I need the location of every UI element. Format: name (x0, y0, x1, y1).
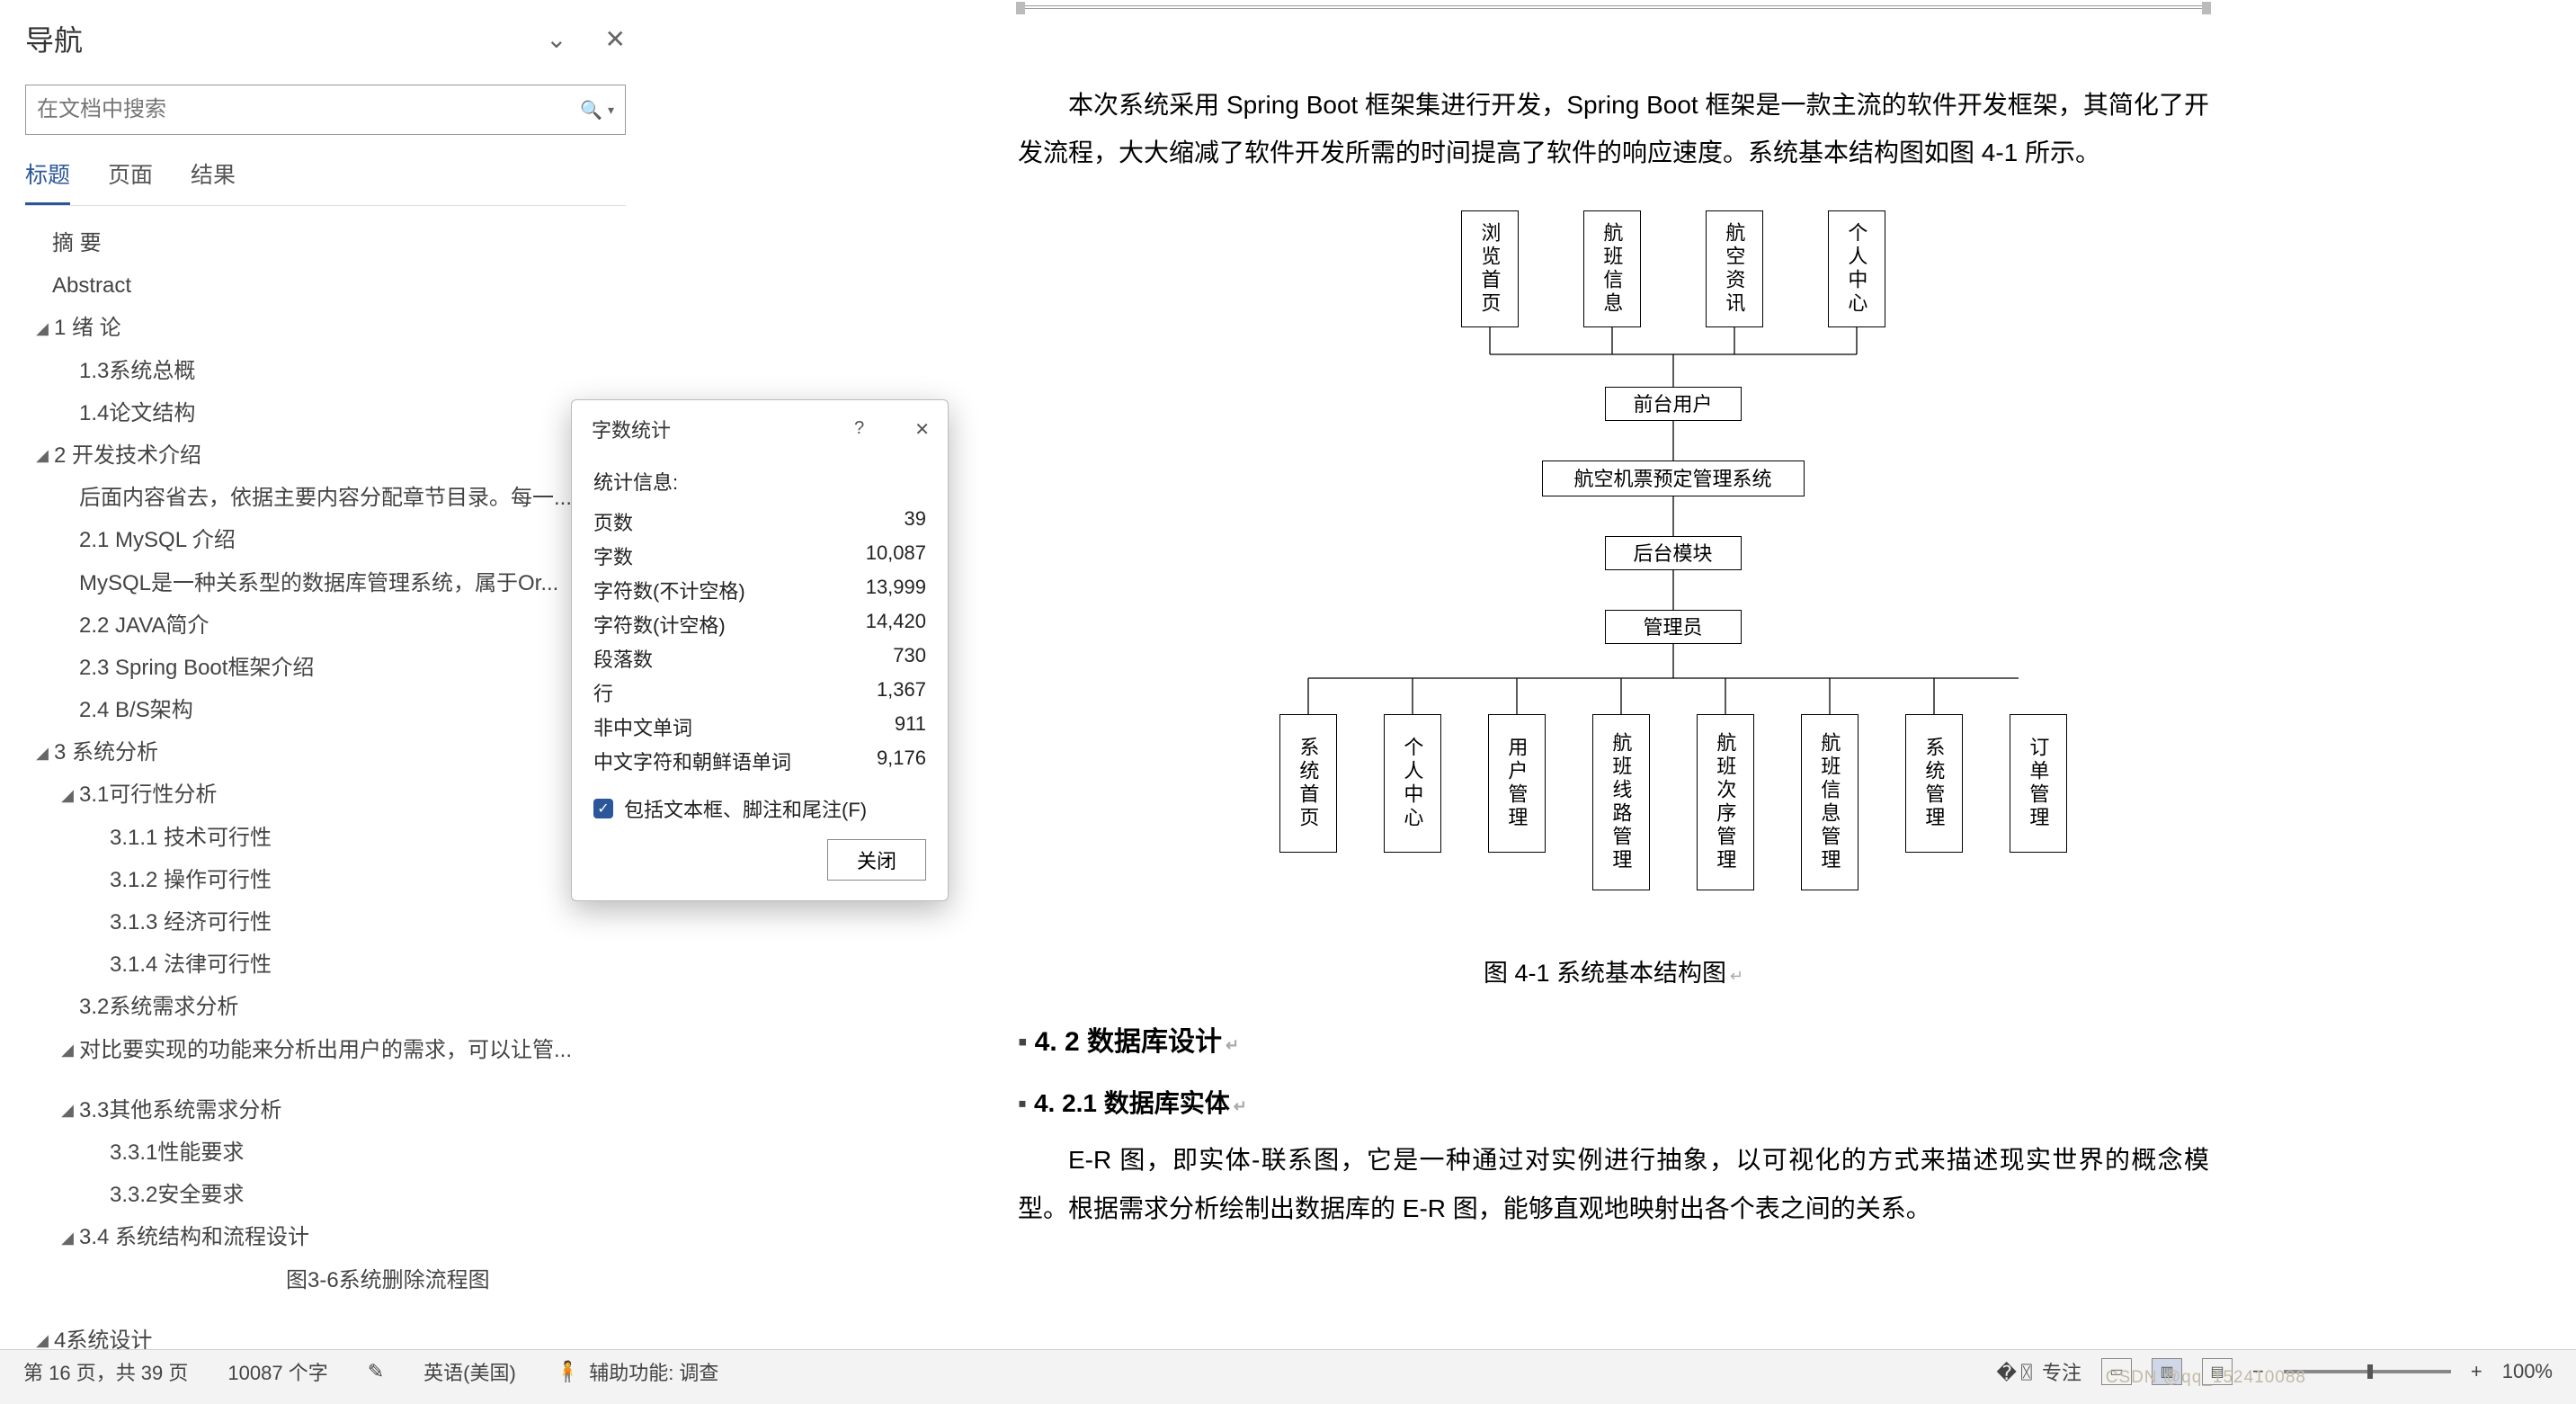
nav-tabs: 标题 页面 结果 (25, 157, 626, 206)
zoom-in-button[interactable]: + (2471, 1360, 2482, 1383)
search-box[interactable]: 🔍 ▾ (25, 85, 626, 135)
outline-item[interactable]: 图3-6系统删除流程图 (25, 1259, 626, 1301)
stat-row: 中文字符和朝鲜语单词9,176 (593, 744, 926, 778)
language-indicator[interactable]: 英语(美国) (423, 1357, 516, 1386)
collapse-icon[interactable]: ◢ (56, 1035, 79, 1064)
stat-row: 字符数(计空格)14,420 (593, 607, 926, 641)
navigation-pane: 导航 ⌄ ✕ 🔍 ▾ 标题 页面 结果 摘 要 Abstract ◢1 绪 论 … (0, 0, 651, 1349)
outline-item[interactable]: ◢3 系统分析 (25, 731, 626, 774)
diagram-box: 航班线路管理 (1608, 732, 1635, 872)
ruler[interactable] (1016, 5, 2211, 9)
paragraph: E-R 图，即实体-联系图，它是一种通过对实例进行抽象，以可视化的方式来描述现实… (1018, 1136, 2209, 1231)
collapse-icon[interactable]: ◢ (31, 314, 54, 343)
outline-item[interactable]: 摘 要 (25, 222, 626, 264)
diagram-box: 浏览首页 (1476, 222, 1503, 316)
outline-item[interactable]: 2.3 Spring Boot框架介绍 (25, 647, 626, 689)
outline-item[interactable]: ◢3.3其他系统需求分析 (25, 1089, 626, 1131)
outline-item[interactable]: 2.2 JAVA简介 (25, 604, 626, 647)
zoom-slider[interactable] (2284, 1370, 2451, 1373)
include-textbox-checkbox[interactable]: ✓ (593, 799, 613, 818)
outline-item[interactable]: 1.3系统总概 (25, 350, 626, 392)
outline-tree: 摘 要 Abstract ◢1 绪 论 1.3系统总概 1.4论文结构 ◢2 开… (25, 222, 626, 1404)
stat-row: 段落数730 (593, 641, 926, 675)
outline-item[interactable]: 3.3.1性能要求 (25, 1131, 626, 1174)
close-button[interactable]: 关闭 (827, 839, 926, 881)
page-indicator[interactable]: 第 16 页，共 39 页 (23, 1357, 188, 1386)
checkbox-label: 包括文本框、脚注和尾注(F) (624, 794, 867, 823)
help-icon[interactable]: ? (854, 418, 864, 441)
outline-item[interactable]: ◢1 绪 论 (25, 307, 626, 349)
diagram-box: 航班信息管理 (1816, 732, 1843, 872)
diagram-box: 航班信息 (1599, 222, 1626, 316)
outline-item[interactable]: 2.4 B/S架构 (25, 689, 626, 731)
word-count-dialog: 字数统计 ? ✕ 统计信息: 页数39 字数10,087 字符数(不计空格)13… (571, 399, 949, 901)
accessibility-indicator[interactable]: 🧍 辅助功能: 调查 (556, 1357, 719, 1386)
diagram-box: 航空资讯 (1721, 222, 1748, 316)
close-icon[interactable]: ✕ (605, 24, 626, 54)
outline-item[interactable]: 3.3.2安全要求 (25, 1174, 626, 1216)
diagram-box: 航班次序管理 (1712, 732, 1739, 872)
stat-row: 页数39 (593, 505, 926, 539)
stat-row: 行1,367 (593, 675, 926, 710)
outline-item[interactable]: 3.1.4 法律可行性 (25, 943, 626, 986)
outline-item[interactable]: 3.2系统需求分析 (25, 986, 626, 1028)
heading-4-2: ▪4. 2 数据库设计↵ (1018, 1019, 2209, 1059)
watermark: CSDN @qq_152410088 (2106, 1368, 2306, 1388)
zoom-level[interactable]: 100% (2502, 1360, 2553, 1383)
close-icon[interactable]: ✕ (914, 418, 930, 441)
collapse-icon[interactable]: ◢ (56, 1095, 79, 1124)
diagram-box: 管理员 (1643, 614, 1702, 641)
diagram-box: 前台用户 (1633, 391, 1712, 418)
outline-item[interactable]: 后面内容省去，依据主要内容分配章节目录。每一... (25, 477, 626, 519)
diagram-box: 订单管理 (2025, 737, 2052, 830)
diagram-box: 个人中心 (1843, 222, 1870, 316)
outline-item[interactable]: ◢2 开发技术介绍 (25, 434, 626, 477)
diagram-box: 系统管理 (1921, 737, 1948, 830)
structure-diagram: 浏览首页 航班信息 航空资讯 个人中心 前台用户 航空机票预定管理系统 后台模块… (1209, 210, 2019, 935)
spellcheck-icon[interactable]: ✎ (368, 1360, 384, 1383)
search-input[interactable] (37, 97, 580, 122)
word-count-indicator[interactable]: 10087 个字 (227, 1357, 327, 1386)
outline-item[interactable]: Abstract (25, 264, 626, 307)
diagram-box: 航空机票预定管理系统 (1573, 466, 1771, 493)
outline-item[interactable]: 3.1.3 经济可行性 (25, 901, 626, 943)
diagram-box: 用户管理 (1503, 737, 1530, 830)
outline-item[interactable]: ◢对比要实现的功能来分析出用户的需求，可以让管... (25, 1029, 626, 1071)
paragraph: 本次系统采用 Spring Boot 框架集进行开发，Spring Boot 框… (1018, 81, 2209, 176)
outline-item[interactable]: ◢3.4 系统结构和流程设计 (25, 1216, 626, 1258)
stat-row: 非中文单词911 (593, 710, 926, 744)
tab-results[interactable]: 结果 (191, 157, 236, 205)
outline-item[interactable]: MySQL是一种关系型的数据库管理系统，属于Or... (25, 562, 626, 604)
chevron-down-icon[interactable]: ⌄ (546, 24, 566, 54)
search-icon[interactable]: 🔍 (580, 99, 602, 121)
collapse-icon[interactable]: ◢ (56, 1223, 79, 1252)
diagram-box: 系统首页 (1295, 737, 1322, 830)
stat-row: 字符数(不计空格)13,999 (593, 573, 926, 607)
outline-item[interactable]: 3.1.2 操作可行性 (25, 859, 626, 901)
outline-item[interactable]: 3.1.1 技术可行性 (25, 817, 626, 859)
outline-item[interactable]: 1.4论文结构 (25, 392, 626, 434)
collapse-icon[interactable]: ◢ (56, 781, 79, 809)
collapse-icon[interactable]: ◢ (31, 441, 54, 469)
tab-pages[interactable]: 页面 (108, 157, 153, 205)
collapse-icon[interactable]: ◢ (31, 738, 54, 767)
diagram-box: 后台模块 (1633, 541, 1712, 568)
diagram-box: 个人中心 (1399, 737, 1426, 830)
nav-title: 导航 (25, 18, 83, 59)
dialog-title: 字数统计 (592, 415, 671, 443)
stat-row: 字数10,087 (593, 539, 926, 573)
focus-button[interactable]: �〿 专注 (1996, 1357, 2081, 1386)
outline-item[interactable]: ◢3.1可行性分析 (25, 774, 626, 816)
tab-headings[interactable]: 标题 (25, 157, 70, 205)
figure-caption: 图 4-1 系统基本结构图↵ (1018, 953, 2209, 988)
chevron-down-icon[interactable]: ▾ (608, 103, 614, 118)
outline-item[interactable]: 2.1 MySQL 介绍 (25, 519, 626, 561)
stats-label: 统计信息: (593, 467, 926, 496)
heading-4-2-1: ▪4. 2.1 数据库实体↵ (1018, 1084, 2209, 1120)
page: 本次系统采用 Spring Boot 框架集进行开发，Spring Boot 框… (919, 0, 2308, 1349)
